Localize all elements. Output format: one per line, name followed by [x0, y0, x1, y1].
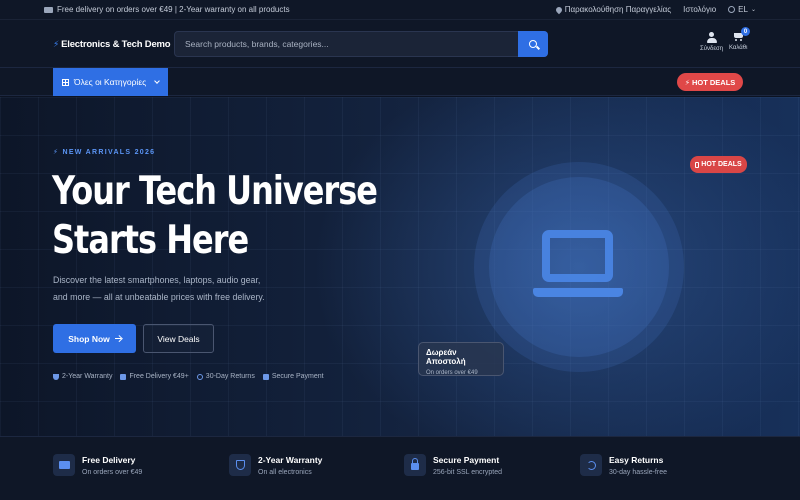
trust-returns-label: 30-Day Returns: [205, 373, 255, 380]
shipping-card-subtitle: On orders over €49: [426, 370, 478, 376]
free-shipping-card: Δωρεάν Αποστολή On orders over €49: [418, 342, 504, 376]
lock-icon: [262, 373, 269, 380]
hero-headline: Your Tech Universe Starts Here: [52, 167, 378, 265]
headline-line-1: Your Tech Universe: [52, 169, 378, 214]
hero-subtitle: Discover the latest smartphones, laptops…: [53, 272, 303, 306]
return-icon: [196, 373, 203, 380]
feature-title: 2-Year Warranty: [258, 455, 323, 465]
track-orders-link[interactable]: Παρακολούθηση Παραγγελίας: [554, 5, 672, 14]
bolt-icon: ⚡: [53, 39, 60, 49]
trust-returns: 30-Day Returns: [196, 373, 255, 380]
trust-warranty-label: 2-Year Warranty: [62, 373, 113, 380]
truck-icon: [44, 6, 53, 13]
feature-subtitle: On orders over €49: [82, 469, 143, 476]
language-label: EL: [738, 5, 748, 14]
trust-payment: Secure Payment: [262, 373, 324, 380]
view-deals-button[interactable]: View Deals: [143, 324, 214, 353]
subtitle-line-2: and more — all at unbeatable prices with…: [53, 292, 265, 302]
trust-delivery: Free Delivery €49+: [120, 373, 189, 380]
cart-label: Καλάθι: [729, 45, 748, 51]
shop-now-button[interactable]: Shop Now: [53, 324, 136, 353]
main-nav: Όλες οι Κατηγορίες ⚡ HOT DEALS: [0, 68, 800, 96]
bolt-icon: ⚡: [684, 77, 690, 87]
search-icon: [529, 40, 537, 48]
shipping-card-title: Δωρεάν Αποστολή: [426, 348, 466, 366]
subtitle-line-1: Discover the latest smartphones, laptops…: [53, 275, 261, 285]
features-strip: Free Delivery On orders over €49 2-Year …: [0, 436, 800, 500]
hot-deals-nav-button[interactable]: ⚡ HOT DEALS: [677, 73, 743, 91]
feature-free-delivery: Free Delivery On orders over €49: [53, 454, 142, 476]
promo-text: Free delivery on orders over €49 | 2-Yea…: [57, 5, 290, 14]
logo-text: Electronics & Tech Demo: [61, 39, 171, 50]
all-categories-button[interactable]: Όλες οι Κατηγορίες: [53, 68, 168, 96]
tag-icon: [695, 161, 700, 168]
return-icon: [580, 454, 602, 476]
top-bar: Free delivery on orders over €49 | 2-Yea…: [0, 0, 800, 20]
user-icon: [706, 32, 717, 43]
eyebrow-text: NEW ARRIVALS 2026: [62, 149, 156, 156]
search-bar: [174, 31, 548, 57]
feature-subtitle: On all electronics: [258, 469, 312, 476]
shop-now-label: Shop Now: [68, 333, 110, 344]
trust-payment-label: Secure Payment: [271, 373, 324, 380]
language-selector[interactable]: EL ⌄: [728, 5, 756, 14]
feature-title: Easy Returns: [609, 455, 664, 465]
feature-title: Free Delivery: [82, 455, 136, 465]
search-button[interactable]: [518, 31, 548, 57]
cart-count-badge: 0: [741, 27, 750, 36]
trust-warranty: 2-Year Warranty: [53, 373, 112, 380]
truck-icon: [120, 373, 127, 380]
site-header: ⚡ Electronics & Tech Demo Σύνδεση Καλάθι: [0, 20, 800, 68]
feature-easy-returns: Easy Returns 30-day hassle-free: [580, 454, 667, 476]
arrow-right-icon: [114, 337, 121, 340]
chevron-down-icon: [154, 78, 161, 84]
location-pin-icon: [554, 5, 563, 14]
search-input[interactable]: [175, 32, 518, 56]
shield-icon: [53, 373, 59, 380]
site-logo[interactable]: ⚡ Electronics & Tech Demo: [53, 39, 171, 50]
trust-badges: 2-Year Warranty Free Delivery €49+ 30-Da…: [53, 373, 324, 380]
feature-title: Secure Payment: [433, 455, 500, 465]
truck-icon: [53, 454, 75, 476]
hero-hot-deals-label: HOT DEALS: [701, 161, 742, 168]
login-label: Σύνδεση: [700, 46, 724, 52]
hero-eyebrow: ⚡ NEW ARRIVALS 2026: [53, 148, 155, 156]
grid-icon: [62, 78, 69, 86]
shield-icon: [229, 454, 251, 476]
lock-icon: [404, 454, 426, 476]
trust-delivery-label: Free Delivery €49+: [129, 373, 189, 380]
feature-subtitle: 256-bit SSL encrypted: [433, 469, 503, 476]
chevron-down-icon: ⌄: [750, 7, 756, 13]
headline-line-2: Starts Here: [52, 218, 249, 263]
laptop-icon: [542, 230, 613, 282]
login-button[interactable]: Σύνδεση: [700, 32, 723, 52]
globe-icon: [728, 6, 736, 13]
blog-link[interactable]: Ιστολόγιο: [683, 5, 716, 14]
hero-section: ⚡ NEW ARRIVALS 2026 Your Tech Universe S…: [0, 97, 800, 436]
track-orders-label: Παρακολούθηση Παραγγελίας: [564, 5, 672, 14]
feature-subtitle: 30-day hassle-free: [609, 469, 667, 476]
feature-warranty: 2-Year Warranty On all electronics: [229, 454, 322, 476]
hot-deals-label: HOT DEALS: [691, 77, 736, 87]
hero-hot-deals-badge[interactable]: HOT DEALS: [690, 156, 747, 173]
laptop-base-icon: [533, 288, 623, 297]
feature-secure-payment: Secure Payment 256-bit SSL encrypted: [404, 454, 502, 476]
categories-label: Όλες οι Κατηγορίες: [74, 77, 147, 87]
